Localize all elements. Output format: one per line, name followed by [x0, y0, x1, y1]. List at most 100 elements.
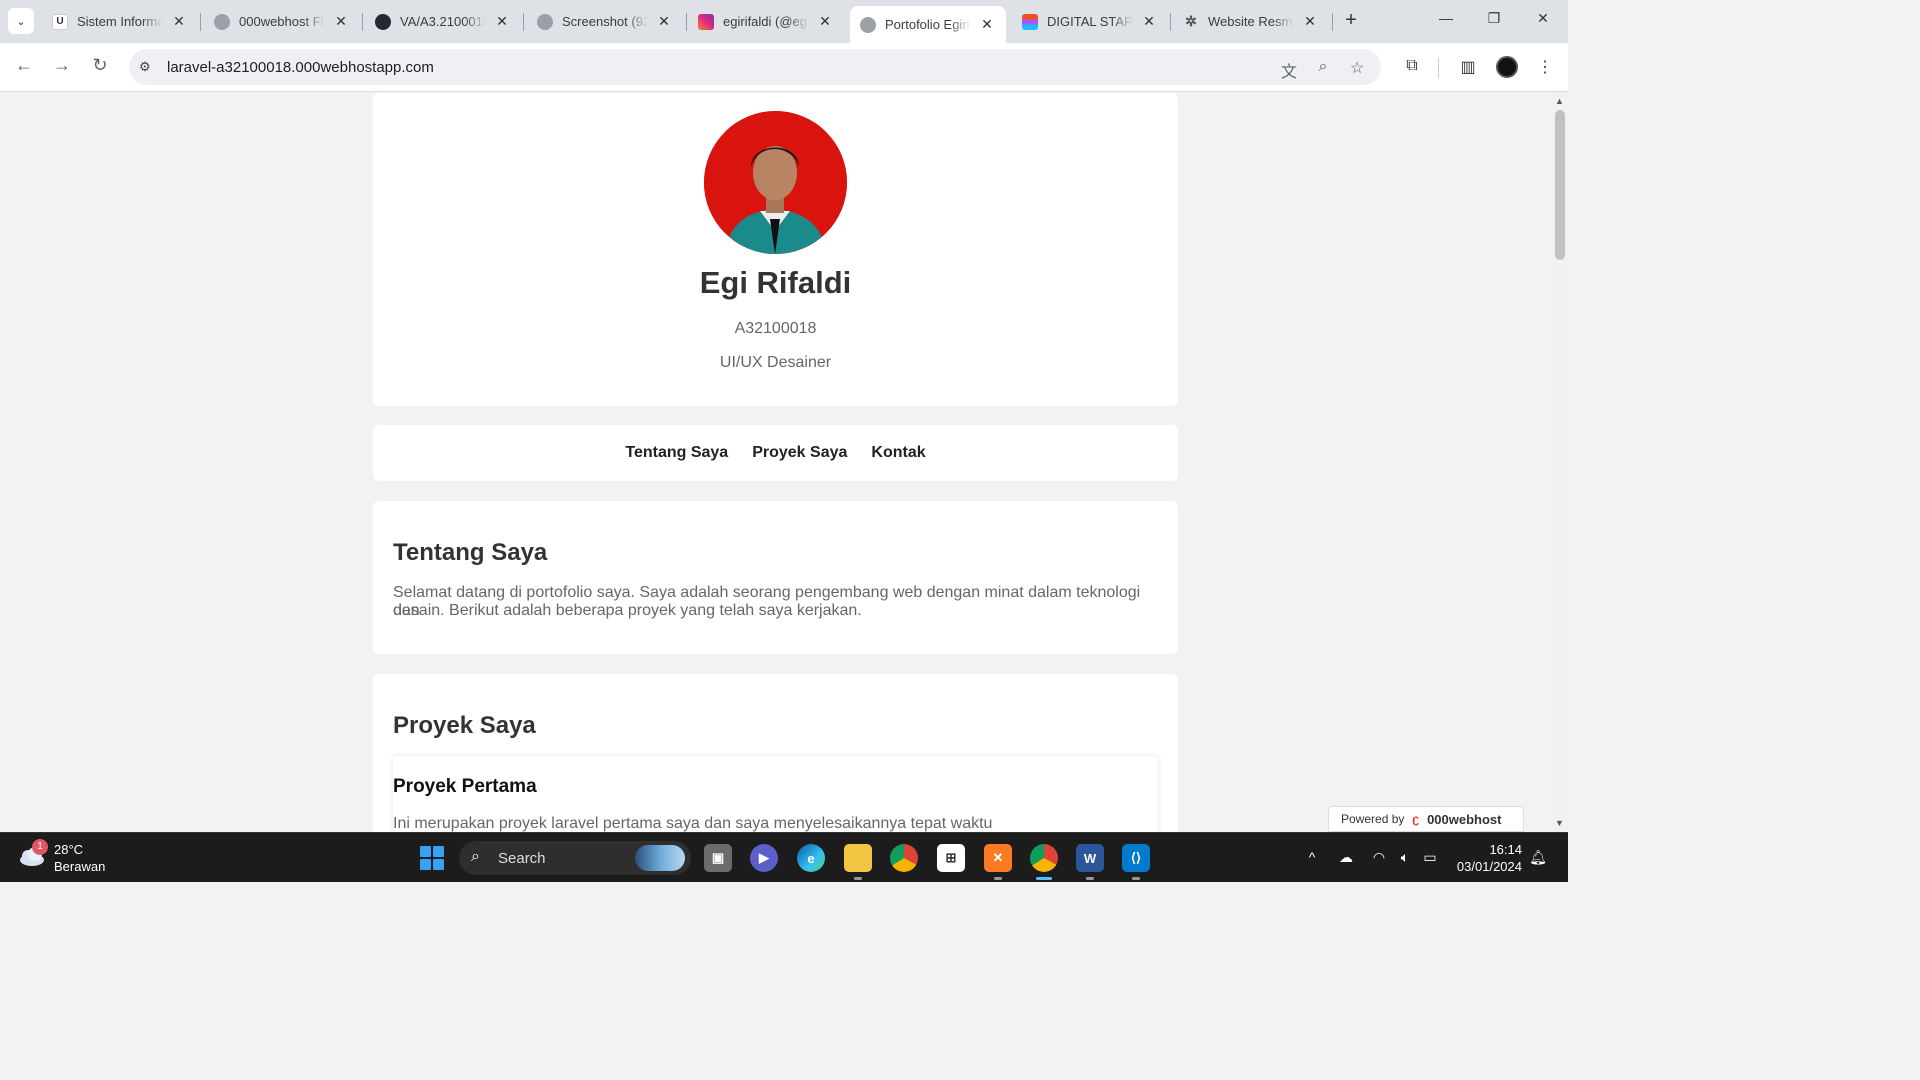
url-text[interactable]: laravel-a32100018.000webhostapp.com [167, 59, 434, 76]
word-icon[interactable]: W [1076, 844, 1104, 872]
about-section: Tentang Saya Selamat datang di portofoli… [373, 501, 1178, 654]
file-explorer-icon[interactable] [844, 844, 872, 872]
forward-button[interactable]: → [50, 55, 74, 76]
weather-temperature[interactable]: 28°C [54, 842, 83, 857]
tray-overflow-chevron-icon[interactable]: ^ [1302, 849, 1322, 865]
xampp-icon[interactable]: ✕ [984, 844, 1012, 872]
new-tab-button[interactable]: + [1340, 9, 1362, 32]
translate-icon[interactable]: 文 [1279, 58, 1299, 82]
chevron-down-icon: ⌄ [16, 15, 26, 28]
tab-separator [523, 13, 524, 31]
profile-avatar[interactable] [1496, 56, 1518, 78]
tab-000webhost-files[interactable]: 000webhost Fil ✕ [204, 6, 359, 37]
close-window-button[interactable]: ✕ [1528, 10, 1558, 27]
profile-photo [704, 111, 847, 254]
close-icon[interactable]: ✕ [1302, 13, 1318, 30]
chrome-profile-icon[interactable] [1030, 844, 1058, 872]
tab-separator [362, 13, 363, 31]
battery-icon[interactable]: ▭ [1420, 849, 1440, 866]
site-info-icon[interactable]: ⚙ [139, 59, 155, 75]
tab-search-button[interactable]: ⌄ [8, 8, 34, 34]
close-icon[interactable]: ✕ [1141, 13, 1157, 30]
scroll-down-arrow-icon[interactable]: ▼ [1555, 818, 1564, 828]
tab-strip: ⌄ U Sistem Informa ✕ 000webhost Fil ✕ VA… [0, 0, 1568, 43]
close-icon[interactable]: ✕ [171, 13, 187, 30]
github-icon [375, 13, 391, 30]
teams-chat-icon[interactable]: ▶ [750, 844, 778, 872]
tab-title: Portofolio Egiri [885, 17, 970, 32]
chrome-icon[interactable] [890, 844, 918, 872]
tab-title: 000webhost Fil [239, 14, 325, 29]
projects-heading: Proyek Saya [393, 712, 536, 739]
powered-by-label: Powered by [1341, 812, 1405, 826]
clock-date[interactable]: 03/01/2024 [1456, 859, 1522, 874]
scroll-up-arrow-icon[interactable]: ▲ [1555, 96, 1564, 106]
minimize-button[interactable]: — [1431, 10, 1461, 26]
nav-link-proyek-saya[interactable]: Proyek Saya [752, 444, 847, 462]
back-button[interactable]: ← [12, 55, 36, 76]
wifi-icon[interactable]: ◠ [1369, 849, 1389, 866]
tab-separator [1170, 13, 1171, 31]
onedrive-cloud-icon[interactable]: ☁ [1336, 849, 1356, 866]
app-running-indicator [1132, 877, 1140, 880]
tab-portofolio-active[interactable]: Portofolio Egiri ✕ [850, 6, 1006, 43]
profile-name: Egi Rifaldi [699, 265, 852, 300]
weather-notification-badge: 1 [32, 839, 48, 855]
tab-screenshot[interactable]: Screenshot (92 ✕ [527, 6, 682, 37]
scroll-thumb[interactable] [1555, 110, 1565, 260]
page-scrollbar[interactable]: ▲ ▼ [1552, 93, 1568, 832]
close-icon[interactable]: ✕ [817, 13, 833, 30]
side-panel-icon[interactable]: ▥ [1457, 57, 1479, 77]
menu-kebab-icon[interactable]: ⋮ [1534, 57, 1556, 77]
globe-icon [537, 13, 553, 30]
close-icon[interactable]: ✕ [333, 13, 349, 30]
joomla-icon: ✲ [1185, 13, 1197, 29]
close-icon[interactable]: ✕ [656, 13, 672, 30]
address-bar[interactable]: ⚙ laravel-a32100018.000webhostapp.com 文 … [129, 49, 1381, 85]
tab-digital-start[interactable]: DIGITAL START ✕ [1012, 6, 1167, 37]
app-running-indicator [854, 877, 862, 880]
clock-time[interactable]: 16:14 [1488, 842, 1522, 857]
tab-title: Screenshot (92 [562, 14, 648, 29]
close-icon[interactable]: ✕ [979, 16, 995, 33]
edge-browser-icon[interactable]: e [797, 844, 825, 872]
profile-nim: A32100018 [734, 320, 817, 337]
u-favicon-icon: U [52, 13, 68, 30]
notification-bell-icon[interactable]: 🔔︎ [1528, 849, 1548, 866]
bookmark-star-icon[interactable]: ☆ [1347, 58, 1367, 78]
extensions-icon[interactable]: ⧉ [1401, 57, 1423, 75]
nav-link-tentang-saya[interactable]: Tentang Saya [625, 444, 728, 462]
tab-separator [686, 13, 687, 31]
tab-separator [200, 13, 201, 31]
page-viewport: Egi Rifaldi A32100018 UI/UX Desainer Ten… [0, 93, 1552, 832]
windows-start-icon[interactable] [420, 846, 444, 870]
reload-button[interactable]: ↻ [88, 55, 112, 76]
globe-icon [860, 16, 876, 33]
tab-sistem-informasi[interactable]: U Sistem Informa ✕ [42, 6, 197, 37]
app-active-indicator [1036, 877, 1052, 880]
search-label: Search [498, 850, 546, 867]
powered-by-badge[interactable]: Powered by ʗ 000webhost [1328, 806, 1524, 832]
project-card: Proyek Pertama Ini merupakan proyek lara… [393, 756, 1158, 832]
restore-button[interactable]: ❐ [1479, 10, 1509, 27]
tab-github[interactable]: VA/A3.2100018 ✕ [365, 6, 520, 37]
taskbar-search[interactable]: ⌕ Search [459, 841, 691, 875]
task-view-icon[interactable]: ▣ [704, 844, 732, 872]
about-heading: Tentang Saya [393, 539, 548, 566]
microsoft-store-icon[interactable]: ⊞ [937, 844, 965, 872]
tab-title: VA/A3.2100018 [400, 14, 486, 29]
weather-description[interactable]: Berawan [54, 859, 105, 874]
about-text-line2: desain. Berikut adalah beberapa proyek y… [393, 602, 862, 619]
close-icon[interactable]: ✕ [494, 13, 510, 30]
volume-icon[interactable]: 🔈︎ [1395, 849, 1415, 866]
project-description: Ini merupakan proyek laravel pertama say… [393, 815, 993, 832]
nav-link-kontak[interactable]: Kontak [871, 444, 925, 462]
tab-separator [1332, 13, 1333, 31]
zoom-icon[interactable]: ⌕ [1313, 58, 1333, 76]
tab-title: DIGITAL START [1047, 14, 1133, 29]
toolbar-divider [1438, 58, 1439, 78]
vscode-icon[interactable]: ⟨⟩ [1122, 844, 1150, 872]
person-portrait-icon [704, 111, 847, 254]
tab-instagram[interactable]: egirifaldi (@eg ✕ [688, 6, 843, 37]
tab-website-resmi[interactable]: ✲ Website Resmi ✕ [1173, 6, 1328, 37]
